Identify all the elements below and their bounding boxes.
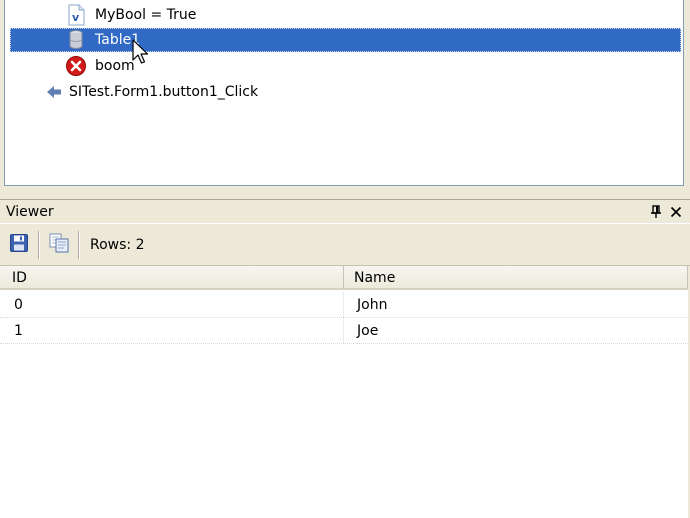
rows-count-label: Rows: 2 — [90, 237, 145, 253]
viewer-title: Viewer — [6, 203, 54, 220]
save-icon — [9, 233, 29, 257]
tree-item-boom[interactable]: boom — [65, 54, 265, 78]
grid-cell-id[interactable]: 1 — [2, 318, 344, 343]
tree-item-button1-click[interactable]: SITest.Form1.button1_Click — [43, 80, 343, 104]
pin-icon[interactable] — [648, 204, 664, 220]
svg-text:v: v — [72, 11, 80, 24]
copy-icon — [48, 232, 70, 258]
call-tree: v MyBool = True Table1 boom SITest.Form1… — [4, 0, 684, 186]
tree-item-label: SITest.Form1.button1_Click — [69, 84, 259, 100]
variable-icon: v — [65, 4, 87, 26]
copy-button[interactable] — [44, 230, 74, 260]
viewer-toolbar: Rows: 2 — [0, 225, 690, 266]
viewer-title-bar: Viewer — [0, 199, 690, 224]
tree-item-table1[interactable]: Table1 — [10, 28, 681, 52]
tree-item-label: boom — [95, 58, 135, 74]
tree-item-mybool[interactable]: v MyBool = True — [65, 3, 265, 27]
error-icon — [65, 55, 87, 77]
column-header-name[interactable]: Name — [344, 266, 688, 288]
arrow-left-icon — [43, 81, 65, 103]
close-icon[interactable] — [668, 204, 684, 220]
grid-cell-name[interactable]: John — [344, 292, 688, 317]
table-cylinder-icon — [65, 29, 87, 51]
column-header-id[interactable]: ID — [2, 266, 344, 288]
toolbar-separator — [78, 231, 80, 259]
mouse-cursor-icon — [132, 39, 149, 64]
tree-item-label: MyBool = True — [95, 7, 197, 23]
grid-cell-name[interactable]: Joe — [344, 318, 688, 343]
call-tree-panel: v MyBool = True Table1 boom SITest.Form1… — [0, 0, 688, 188]
save-button[interactable] — [4, 230, 34, 260]
grid-cell-id[interactable]: 0 — [2, 292, 344, 317]
table-row[interactable]: 1 Joe — [0, 318, 688, 344]
table-row[interactable]: 0 John — [0, 292, 688, 318]
data-grid: ID Name 0 John 1 Joe — [0, 266, 690, 518]
toolbar-separator — [38, 231, 40, 259]
grid-header: ID Name — [0, 266, 688, 290]
